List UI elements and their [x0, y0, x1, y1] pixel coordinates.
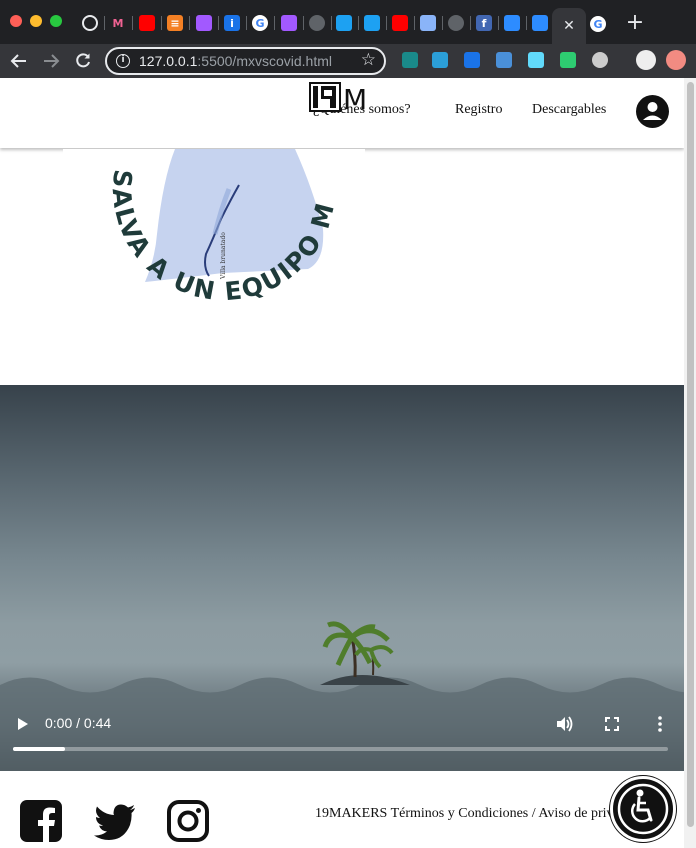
nav-link-downloads[interactable]: Descargables	[532, 102, 606, 118]
facebook-icon[interactable]: f	[476, 15, 492, 31]
volume-icon[interactable]	[555, 715, 573, 733]
video-progress-bar[interactable]	[13, 747, 668, 751]
video-progress-fill	[13, 747, 66, 751]
logo-letter: M	[343, 83, 367, 112]
info-circle-icon[interactable]: i	[224, 15, 240, 31]
tab-separator	[331, 16, 332, 30]
video-time: 0:00 / 0:44	[45, 715, 112, 731]
tab-separator	[470, 16, 471, 30]
site-logo[interactable]: M	[309, 82, 373, 112]
eyedropper-icon[interactable]	[402, 52, 418, 68]
fullscreen-icon[interactable]	[605, 717, 619, 731]
tab-separator	[218, 16, 219, 30]
globe-icon[interactable]	[309, 15, 325, 31]
video-player[interactable]: 0:00 / 0:44	[0, 385, 684, 771]
more-options-icon[interactable]	[657, 716, 663, 732]
browser-tab-bar: M ≡ i Gf ✕ G +	[0, 0, 696, 44]
web-page: ¿Quiénes somos? M Registro Descargables …	[0, 78, 684, 848]
url-text[interactable]: 127.0.0.1:5500/mxvscovid.html	[139, 53, 332, 69]
globe-icon[interactable]	[448, 15, 464, 31]
tab-separator	[132, 16, 133, 30]
play-icon[interactable]	[16, 717, 30, 731]
new-tab-button[interactable]: +	[624, 12, 646, 34]
stackoverflow-icon[interactable]: ≡	[167, 15, 183, 31]
tab-separator	[526, 16, 527, 30]
nav-link-register[interactable]: Registro	[455, 102, 502, 118]
figma-icon[interactable]	[196, 15, 212, 31]
tab-separator	[303, 16, 304, 30]
wheelchair-icon	[617, 783, 669, 835]
tab-separator	[161, 16, 162, 30]
video-controls: 0:00 / 0:44	[0, 385, 684, 771]
close-window-button[interactable]	[10, 15, 22, 27]
user-icon	[643, 102, 662, 120]
camera-lens-icon[interactable]	[496, 52, 512, 68]
twitter-icon[interactable]	[94, 800, 136, 842]
back-arrow-icon[interactable]	[9, 51, 29, 71]
active-tab[interactable]: ✕	[552, 8, 586, 44]
google-icon[interactable]: G	[590, 16, 606, 32]
record-icon[interactable]	[592, 52, 608, 68]
zoom-icon[interactable]	[532, 15, 548, 31]
url-path: :5500/mxvscovid.html	[197, 53, 332, 69]
m-brand-icon[interactable]: M	[110, 15, 126, 31]
tab-separator	[246, 16, 247, 30]
reload-icon[interactable]	[73, 51, 93, 71]
tab-separator	[189, 16, 190, 30]
tab-separator	[358, 16, 359, 30]
address-bar[interactable]: i 127.0.0.1:5500/mxvscovid.html ☆	[105, 47, 386, 75]
cloud-icon[interactable]	[420, 15, 436, 31]
droplet-icon[interactable]	[464, 52, 480, 68]
site-navbar: ¿Quiénes somos? M Registro Descargables	[0, 78, 684, 148]
update-arrow-icon[interactable]	[666, 50, 686, 70]
tab-separator	[386, 16, 387, 30]
url-host: 127.0.0.1	[139, 53, 198, 69]
facebook-icon[interactable]	[20, 800, 62, 842]
close-tab-icon[interactable]: ✕	[563, 18, 575, 34]
youtube-icon[interactable]	[392, 15, 408, 31]
twitter-icon[interactable]	[336, 15, 352, 31]
github-icon[interactable]	[82, 15, 98, 31]
forward-arrow-icon[interactable]	[41, 51, 61, 71]
tab-separator	[442, 16, 443, 30]
google-icon[interactable]: G	[252, 15, 268, 31]
hummingbird-icon[interactable]	[560, 52, 576, 68]
tab-separator	[498, 16, 499, 30]
figma-icon[interactable]	[281, 15, 297, 31]
panda-avatar-icon[interactable]	[636, 50, 656, 70]
youtube-icon[interactable]	[139, 15, 155, 31]
site-info-icon[interactable]: i	[116, 54, 130, 68]
user-account-button[interactable]	[636, 95, 669, 128]
instagram-icon[interactable]	[167, 800, 209, 842]
react-icon[interactable]	[528, 52, 544, 68]
tab-separator	[414, 16, 415, 30]
site-footer: 19MAKERS Términos y Condiciones / Aviso …	[0, 771, 684, 848]
minimize-window-button[interactable]	[30, 15, 42, 27]
footer-text: 19MAKERS Términos y Condiciones / Aviso …	[315, 806, 614, 821]
accessibility-button[interactable]	[610, 776, 676, 842]
map-label: Villa brunatado	[220, 232, 227, 280]
maximize-window-button[interactable]	[50, 15, 62, 27]
bookmark-star-icon[interactable]: ☆	[361, 50, 376, 70]
emblem-graphic: Villa brunatado SALVA A UN EQUIPO MÉDICO…	[51, 126, 338, 306]
twitter-icon[interactable]	[364, 15, 380, 31]
zoom-icon[interactable]	[504, 15, 520, 31]
tab-separator	[104, 16, 105, 30]
scrollbar-thumb[interactable]	[687, 82, 694, 827]
s-brand-icon[interactable]	[432, 52, 448, 68]
tab-separator	[274, 16, 275, 30]
campaign-emblem: Villa brunatado SALVA A UN EQUIPO MÉDICO…	[51, 126, 365, 387]
